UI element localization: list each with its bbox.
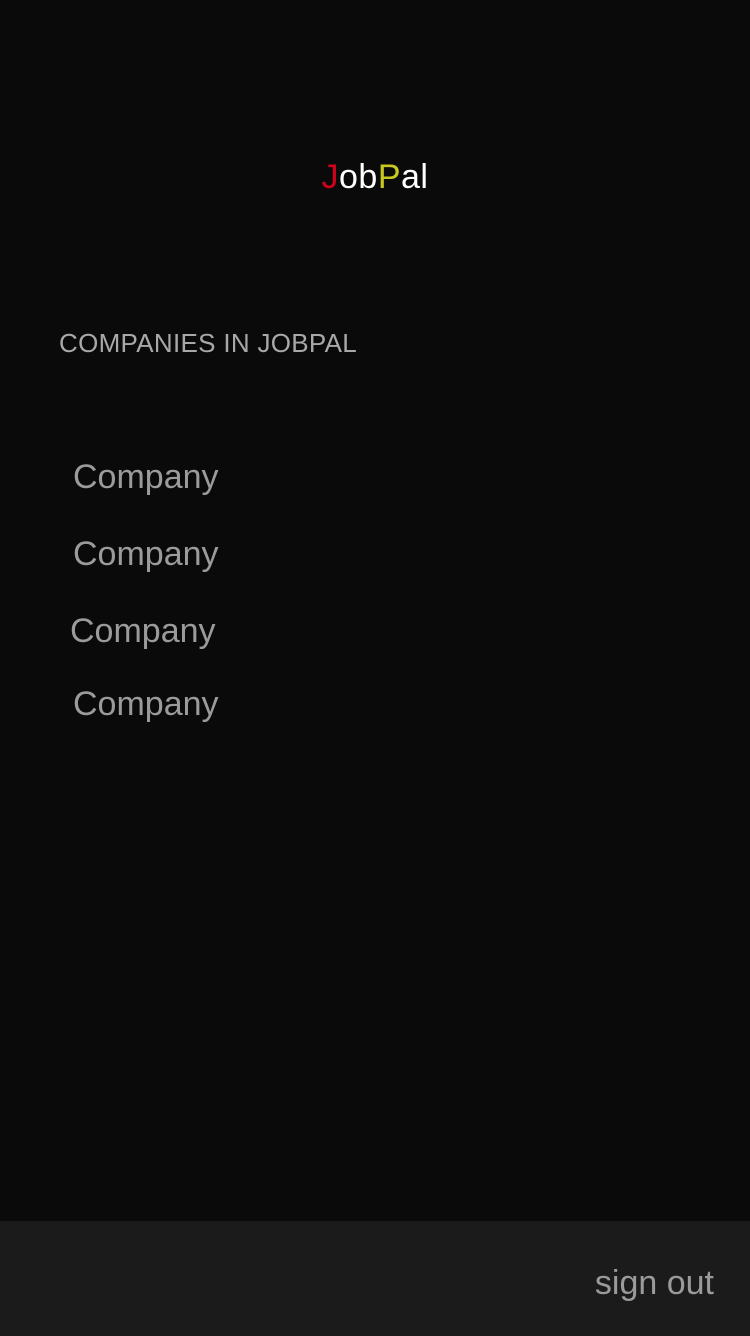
company-item[interactable]: Company <box>73 682 219 726</box>
company-item[interactable]: Company <box>73 455 219 499</box>
logo-text-al: al <box>401 158 429 196</box>
company-item[interactable]: Company <box>73 532 219 576</box>
logo-letter-j: J <box>321 158 339 196</box>
sign-out-button[interactable]: sign out <box>595 1261 714 1305</box>
logo-text-ob: ob <box>339 158 378 196</box>
company-item[interactable]: Company <box>70 609 216 653</box>
logo-letter-p: P <box>377 158 402 196</box>
app-logo: JobPal <box>0 155 750 199</box>
section-title: COMPANIES IN JOBPAL <box>59 328 358 358</box>
footer-bar: sign out <box>0 1221 750 1336</box>
